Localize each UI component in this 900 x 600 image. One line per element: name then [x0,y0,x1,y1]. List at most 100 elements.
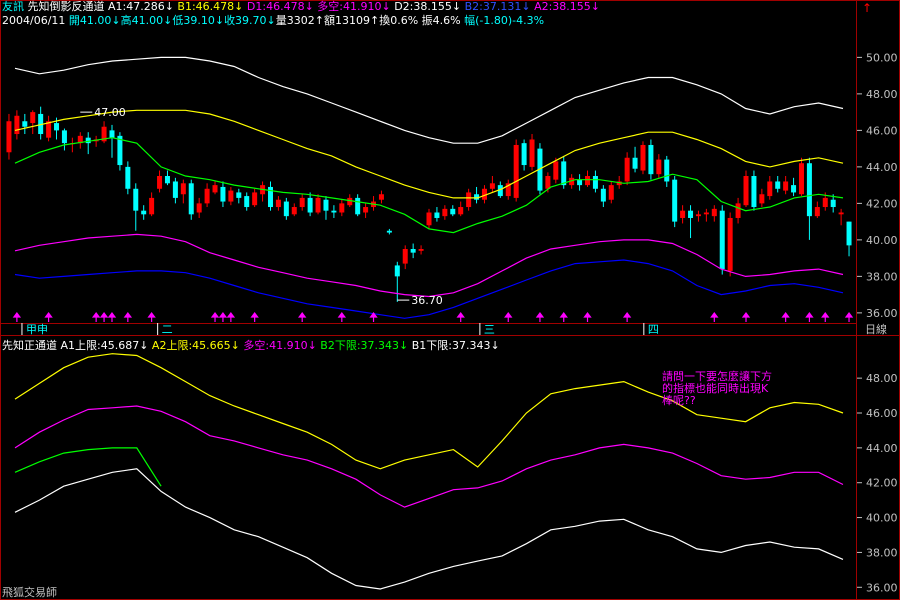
upper-y-tick-label: 42.00 [866,197,898,210]
signal-marker [583,312,592,322]
lower-y-tick-label: 42.00 [866,477,898,490]
lower-channel-line-2 [14,447,162,487]
line1-segment-7: B2:37.131↓ [461,0,531,13]
lower-y-tick-label: 44.00 [866,442,898,455]
upper-y-tick-label: 40.00 [866,234,898,247]
line1-segment-1: 先知倒影反通道 [24,0,108,13]
candle-body [743,176,749,206]
signal-marker [44,312,53,322]
candle-body [378,194,384,200]
candle-body [172,181,178,198]
timeframe-label: 日線 [865,322,887,336]
month-label: 四 [648,323,659,336]
line1-segment-8: A2:38.155↓ [530,0,601,13]
candle-body [244,196,250,208]
line1-segment-0: 友訊 [2,0,24,13]
candle-body [339,203,345,213]
line2-segment-7: 換0.6% [379,14,419,27]
candle-body [149,197,155,215]
signal-marker [107,312,117,322]
candle-body [767,181,773,197]
candle-body [442,208,448,217]
candle-body [656,159,662,175]
candle-body [30,112,36,124]
lower-channel-line-1 [14,405,844,508]
candle-body [553,161,559,180]
candle-body [54,123,60,131]
upper-y-tick-label: 48.00 [866,88,898,101]
signal-marker [12,311,22,322]
chart-window: ↑ 日線 36.00 38.00 40.00 42.00 44.00 46.00 48.00 50… [0,0,900,600]
signal-marker [535,312,545,322]
signal-marker [805,312,814,322]
lower-segment-3: 多空:41.910↓ [239,339,317,352]
candle-body [838,212,844,215]
candle-body [180,183,186,195]
candle-body [133,188,139,211]
line2-segment-2: 高41.00↓ [120,14,173,27]
candle-body [109,130,115,138]
candle-body [806,163,812,217]
signal-marker [622,312,632,322]
signal-marker [91,312,101,322]
candle-body [363,207,369,213]
candle-body [323,199,329,211]
upper-channel-line-3 [14,233,844,298]
candle-body [220,186,226,202]
lower-y-tick-label: 40.00 [866,512,898,525]
signal-marker [710,312,719,322]
candle-body [577,179,583,186]
candle-body [164,176,170,184]
candle-body [814,207,820,217]
signal-marker [844,312,854,322]
signal-marker [456,312,465,322]
candle-body [347,197,353,206]
candle-body [680,210,686,218]
candle-body [434,212,440,218]
signal-marker [218,312,228,322]
lower-channel-line-3 [14,468,844,590]
candle-body [141,210,147,215]
candle-body [458,207,464,215]
candle-body [735,203,741,218]
candle-body [759,194,765,204]
upper-y-tick-label: 36.00 [866,307,898,320]
candle-body [521,143,527,166]
upper-y-tick-label: 44.00 [866,161,898,174]
signal-marker [226,312,236,322]
line2-segment-4: 收39.70↓ [224,14,276,27]
candle-body [291,207,297,215]
candle-body [585,176,591,186]
candle-body [711,208,717,217]
month-label: 甲申 [26,323,48,336]
candle-body [608,185,614,200]
candle-body [529,139,535,167]
upper-channel-line-4 [14,259,844,319]
outer-frame [0,0,900,600]
candle-body [283,201,289,217]
header-line-1: 友訊 先知倒影反通道 A1:47.286↓ B1:46.478↓ D1:46.4… [2,0,600,13]
candle-body [299,197,305,208]
lower-segment-5: B1下限:37.343↓ [408,339,500,352]
lower-segment-2: A2上限:45.665↓ [148,339,240,352]
candle-body [624,157,630,182]
month-label: 三 [484,323,495,336]
lower-y-tick-label: 48.00 [866,372,898,385]
candle-body [466,192,472,208]
candle-body [315,197,321,213]
lower-y-tick-label: 38.00 [866,546,898,559]
lower-segment-4: B2下限:37.343↓ [316,339,409,352]
candle-body [648,144,654,175]
candle-body [822,197,828,208]
candle-body [640,144,646,171]
upper-channel-line-0 [14,56,844,144]
signal-marker [297,312,307,322]
user-question-note: 請問一下要怎麼讓下方的指標也能同時出現K棒呢?? [662,370,772,407]
line1-segment-5: 多空:41.910↓ [313,0,391,13]
candle-body [719,210,725,270]
lower-segment-0: 先知正通道 [2,339,61,352]
line2-segment-0: 2004/06/11 [2,14,66,27]
candle-body [489,183,495,189]
candle-body [632,157,638,169]
candle-body [695,214,701,217]
